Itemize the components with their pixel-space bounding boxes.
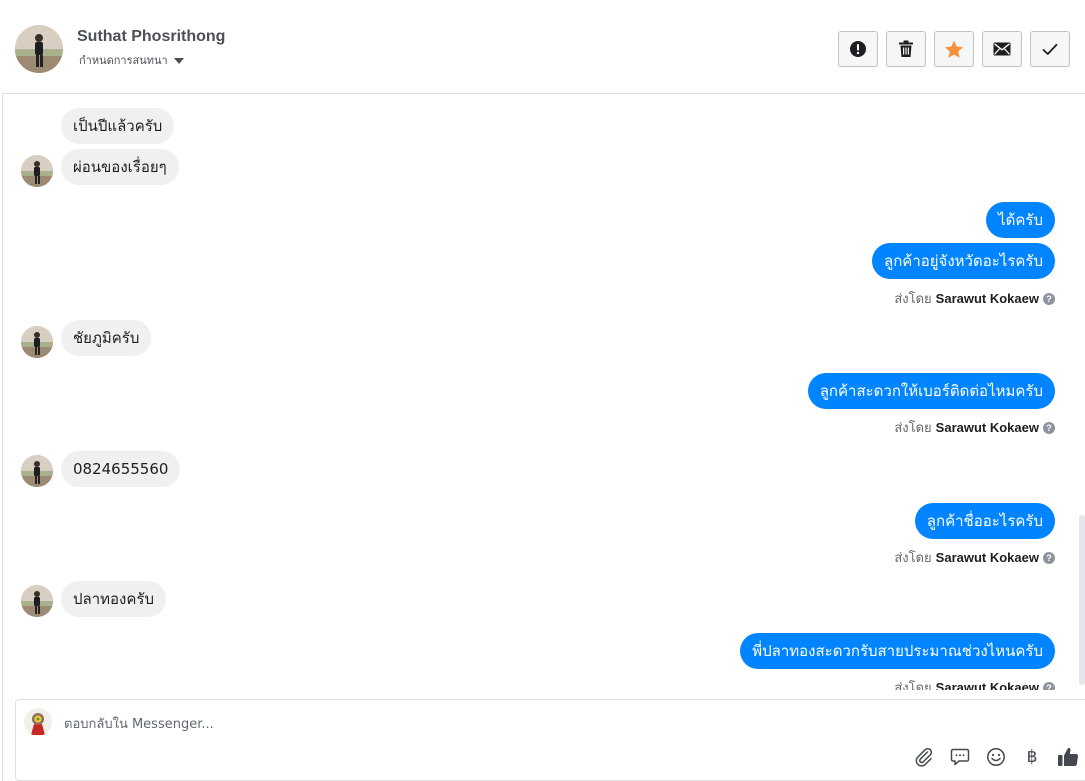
attach-button[interactable]	[913, 746, 935, 768]
baht-icon: ฿	[1026, 747, 1038, 767]
thread-scrollbar[interactable]	[1079, 515, 1085, 685]
message-row-outgoing: ลูกค้าชื่ออะไรครับ	[914, 503, 1055, 539]
help-icon[interactable]: ?	[1043, 681, 1055, 690]
contact-avatar[interactable]	[15, 25, 63, 73]
sent-by-agent[interactable]: Sarawut Kokaew	[936, 680, 1039, 690]
message-row-incoming: ชัยภูมิครับ	[61, 320, 152, 356]
message-row-outgoing: ลูกค้าสะดวกให้เบอร์ติดต่อไหมครับ	[807, 373, 1055, 409]
emoji-button[interactable]	[985, 746, 1007, 768]
help-icon[interactable]: ?	[1043, 421, 1055, 434]
sent-by-prefix: ส่งโดย	[894, 292, 932, 307]
conversation-schedule-dropdown[interactable]: กำหนดการสนทนา	[79, 51, 184, 69]
incoming-message-bubble[interactable]: ชัยภูมิครับ	[61, 320, 152, 356]
message-thread[interactable]: เป็นปีแล้วครับ ผ่อนของเรื่อยๆ ได้ครับ ลู…	[2, 95, 1078, 690]
smiley-icon	[987, 748, 1005, 766]
contact-avatar-small[interactable]	[21, 326, 53, 358]
reply-composer: ฿	[15, 699, 1085, 781]
header-actions	[838, 31, 1070, 67]
sent-by-agent[interactable]: Sarawut Kokaew	[936, 420, 1039, 435]
help-icon[interactable]: ?	[1043, 292, 1055, 305]
sent-by-prefix: ส่งโดย	[894, 421, 932, 436]
sent-by-prefix: ส่งโดย	[894, 551, 932, 566]
message-row-outgoing: ได้ครับ	[986, 202, 1055, 238]
sent-by-label: ส่งโดย Sarawut Kokaew ?	[894, 417, 1055, 438]
star-icon	[945, 40, 963, 58]
contact-name[interactable]: Suthat Phosrithong	[77, 28, 225, 46]
contact-avatar-small[interactable]	[21, 455, 53, 487]
mark-unread-button[interactable]	[982, 31, 1022, 67]
conversation-schedule-label: กำหนดการสนทนา	[79, 54, 168, 67]
outgoing-message-bubble[interactable]: พี่ปลาทองสะดวกรับสายประมาณช่วงไหนครับ	[740, 633, 1055, 669]
caret-down-icon	[173, 57, 184, 64]
paperclip-icon	[915, 747, 933, 767]
trash-icon	[899, 40, 913, 57]
sent-by-prefix: ส่งโดย	[894, 681, 932, 690]
page-avatar	[24, 708, 52, 736]
sent-by-label: ส่งโดย Sarawut Kokaew ?	[894, 288, 1055, 309]
exclamation-circle-icon	[850, 41, 866, 57]
chat-bubble-icon	[950, 748, 970, 766]
like-button[interactable]	[1057, 746, 1079, 768]
check-icon	[1042, 43, 1058, 55]
incoming-message-bubble[interactable]: ปลาทองครับ	[61, 581, 166, 617]
help-icon[interactable]: ?	[1043, 551, 1055, 564]
message-row-outgoing: พี่ปลาทองสะดวกรับสายประมาณช่วงไหนครับ	[740, 633, 1055, 669]
reply-input[interactable]	[64, 714, 964, 734]
sent-by-agent[interactable]: Sarawut Kokaew	[936, 550, 1039, 565]
message-row-outgoing: ลูกค้าอยู่จังหวัดอะไรครับ	[872, 243, 1055, 279]
outgoing-message-bubble[interactable]: ลูกค้าสะดวกให้เบอร์ติดต่อไหมครับ	[807, 373, 1055, 409]
contact-avatar-small[interactable]	[21, 155, 53, 187]
conversation-header: Suthat Phosrithong กำหนดการสนทนา	[2, 4, 1085, 94]
outgoing-message-bubble[interactable]: ลูกค้าชื่ออะไรครับ	[914, 503, 1055, 539]
incoming-message-bubble[interactable]: เป็นปีแล้วครับ	[61, 108, 175, 144]
message-row-incoming: ปลาทองครับ	[61, 581, 166, 617]
composer-tools: ฿	[913, 746, 1079, 768]
sent-by-label: ส่งโดย Sarawut Kokaew ?	[894, 547, 1055, 568]
delete-button[interactable]	[886, 31, 926, 67]
envelope-icon	[993, 42, 1011, 56]
star-button[interactable]	[934, 31, 974, 67]
saved-replies-button[interactable]	[949, 746, 971, 768]
sent-by-label: ส่งโดย Sarawut Kokaew ?	[894, 677, 1055, 690]
message-row-incoming: เป็นปีแล้วครับ	[61, 108, 175, 144]
mark-done-button[interactable]	[1030, 31, 1070, 67]
sent-by-agent[interactable]: Sarawut Kokaew	[936, 291, 1039, 306]
thumbs-up-icon	[1058, 747, 1079, 767]
payment-button[interactable]: ฿	[1021, 746, 1043, 768]
outgoing-message-bubble[interactable]: ได้ครับ	[986, 202, 1055, 238]
incoming-message-bubble[interactable]: 0824655560	[61, 451, 181, 487]
message-row-incoming: 0824655560	[61, 451, 181, 487]
outgoing-message-bubble[interactable]: ลูกค้าอยู่จังหวัดอะไรครับ	[872, 243, 1055, 279]
contact-avatar-small[interactable]	[21, 585, 53, 617]
incoming-message-bubble[interactable]: ผ่อนของเรื่อยๆ	[61, 149, 179, 185]
message-row-incoming: ผ่อนของเรื่อยๆ	[61, 149, 179, 185]
mark-spam-button[interactable]	[838, 31, 878, 67]
